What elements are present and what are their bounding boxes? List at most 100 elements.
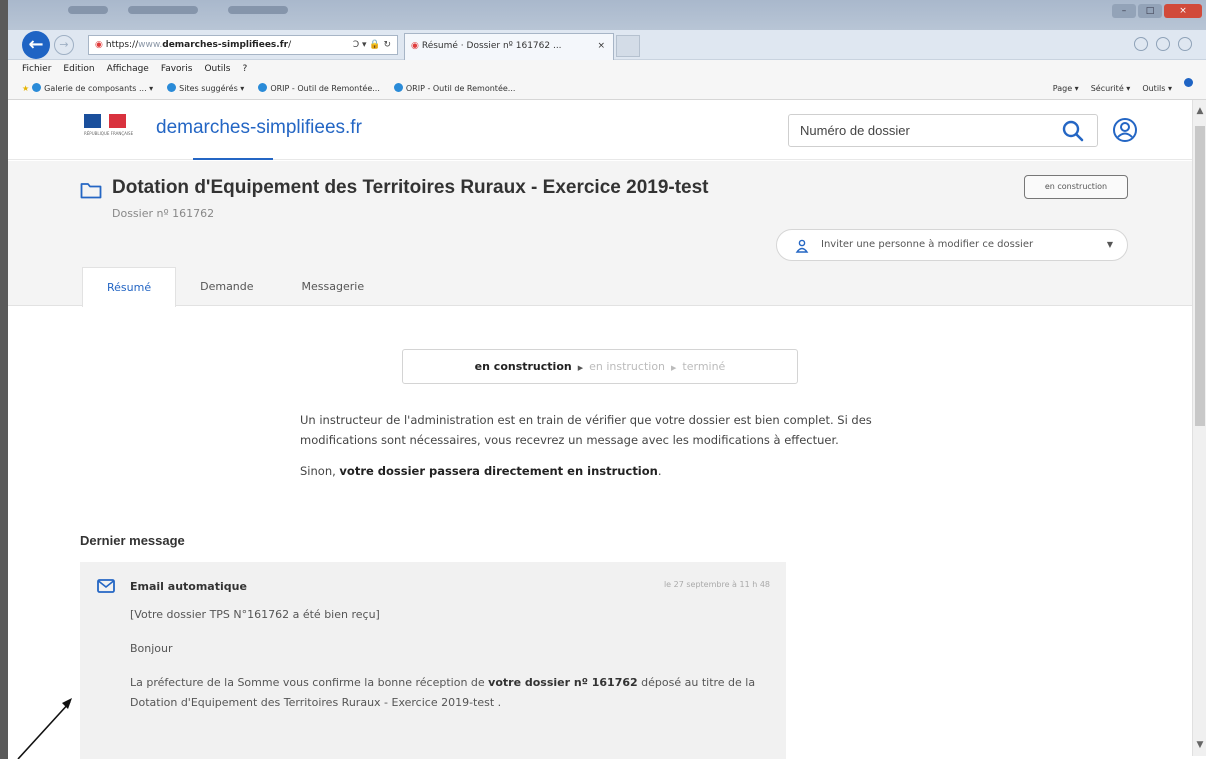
tab-title: Résumé · Dossier nº 161762 ... (421, 41, 562, 51)
address-path: / (288, 40, 292, 50)
favorite-label: ORIP - Outil de Remontée... (270, 84, 380, 93)
search-icon[interactable] (1061, 119, 1085, 143)
text-prefix: Sinon, (300, 464, 340, 478)
text-bold: votre dossier nº 161762 (488, 676, 638, 689)
close-window-button[interactable]: × (1164, 4, 1202, 18)
blurred-title (128, 6, 198, 14)
scroll-up-icon[interactable]: ▲ (1193, 106, 1206, 116)
back-button[interactable]: ← (22, 31, 50, 59)
text-suffix: . (657, 464, 662, 478)
user-account-icon[interactable] (1112, 117, 1138, 143)
browser-favorites-bar: ★ Galerie de composants ... ▾ Sites suggé… (8, 78, 1206, 100)
favorites-star-icon[interactable] (1156, 37, 1170, 51)
settings-gear-icon[interactable] (1178, 37, 1192, 51)
minimize-button[interactable]: – (1112, 4, 1136, 18)
message-greeting: Bonjour (130, 642, 173, 655)
message-paragraph: La préfecture de la Somme vous confirme … (130, 673, 770, 713)
dossier-header: Dotation d'Equipement des Territoires Ru… (8, 161, 1192, 307)
new-tab-button[interactable] (616, 35, 640, 57)
browser-nav-icons (1134, 37, 1192, 51)
address-tools[interactable]: Ͻ ▾ 🔒 ↻ (353, 36, 391, 54)
address-scheme: https:// (105, 40, 139, 50)
site-header: RÉPUBLIQUE FRANÇAISE demarches-simplifie… (8, 100, 1192, 160)
explanation-paragraph: Un instructeur de l'administration est e… (300, 413, 872, 447)
browser-tab-active[interactable]: ◉ Résumé · Dossier nº 161762 ... × (404, 33, 614, 60)
forward-button[interactable]: → (54, 35, 74, 55)
ie-icon (258, 83, 268, 92)
step-next: en instruction (589, 360, 666, 373)
invite-label: Inviter une personne à modifier ce dossi… (821, 239, 1034, 250)
page-menu[interactable]: Page ▾ (1053, 78, 1079, 100)
menu-affichage[interactable]: Affichage (107, 60, 149, 78)
browser-menubar: Fichier Edition Affichage Favoris Outils… (8, 60, 1206, 78)
maximize-button[interactable]: □ (1138, 4, 1162, 18)
ie-icon (167, 83, 177, 92)
favorite-item[interactable]: ORIP - Outil de Remontée... (393, 78, 516, 100)
folder-icon (80, 183, 102, 199)
blurred-title (228, 6, 288, 14)
scroll-down-icon[interactable]: ▼ (1193, 740, 1206, 750)
command-bar: Page ▾ Sécurité ▾ Outils ▾ (1053, 78, 1196, 100)
tab-messagerie[interactable]: Messagerie (278, 267, 389, 307)
menu-edition[interactable]: Edition (63, 60, 94, 78)
logo-caption: RÉPUBLIQUE FRANÇAISE (84, 131, 134, 136)
chevron-down-icon: ▼ (1106, 240, 1113, 249)
menu-favoris[interactable]: Favoris (161, 60, 193, 78)
favorite-label: ORIP - Outil de Remontée... (405, 84, 516, 93)
tab-favicon-icon: ◉ (411, 41, 419, 51)
message-body: [Votre dossier TPS N°161762 a été bien r… (130, 605, 770, 727)
message-subject: [Votre dossier TPS N°161762 a été bien r… (130, 608, 380, 621)
search-box (788, 114, 1098, 147)
marianne-logo[interactable]: RÉPUBLIQUE FRANÇAISE (84, 114, 146, 144)
step-last: terminé (682, 360, 726, 373)
window-controls: – □ × (1112, 4, 1202, 18)
help-icon[interactable] (1184, 78, 1193, 87)
scroll-thumb[interactable] (1195, 126, 1205, 426)
status-explanation: Un instructeur de l'administration est e… (300, 410, 900, 492)
page-scrollbar[interactable]: ▲ ▼ (1192, 100, 1206, 756)
tab-close-icon[interactable]: × (597, 34, 605, 58)
explanation-paragraph-2: Sinon, votre dossier passera directement… (300, 461, 900, 481)
address-subdomain: www. (138, 40, 163, 50)
text-prefix: La préfecture de la Somme vous confirme … (130, 676, 489, 689)
address-bar[interactable]: ◉ https://www.demarches-simplifiees.fr/ Ͻ… (88, 35, 398, 55)
message-date: le 27 septembre à 11 h 48 (663, 580, 770, 589)
window-left-edge (0, 0, 8, 759)
status-badge: en construction (1024, 175, 1128, 199)
annotation-arrow-icon (17, 698, 72, 759)
section-title: Dernier message (80, 533, 185, 548)
mail-icon (97, 579, 115, 593)
active-underline (193, 158, 273, 160)
address-domain: demarches-simplifiees.fr (162, 40, 289, 50)
tab-resume[interactable]: Résumé (82, 267, 177, 307)
favorite-item[interactable]: Sites suggérés ▾ (167, 78, 244, 100)
home-icon[interactable] (1134, 37, 1148, 51)
dossier-tabs: Résumé Demande Messagerie (82, 267, 388, 307)
site-name-link[interactable]: demarches-simplifiees.fr (156, 117, 362, 139)
ie-favicon-icon: ◉ (95, 40, 103, 50)
dossier-title: Dotation d'Equipement des Territoires Ru… (112, 177, 709, 198)
tab-demande[interactable]: Demande (176, 267, 277, 307)
message-card[interactable]: Email automatique le 27 septembre à 11 h… (80, 562, 786, 759)
favorite-item[interactable]: ★ Galerie de composants ... ▾ (22, 78, 153, 100)
menu-fichier[interactable]: Fichier (22, 60, 51, 78)
favorite-label: Sites suggérés ▾ (179, 84, 245, 93)
favorite-item[interactable]: ORIP - Outil de Remontée... (258, 78, 380, 100)
step-arrow-icon: ▶ (671, 364, 677, 372)
text-bold: votre dossier passera directement en ins… (339, 464, 658, 478)
security-menu[interactable]: Sécurité ▾ (1091, 78, 1131, 100)
menu-outils[interactable]: Outils (204, 60, 230, 78)
ie-icon (32, 83, 42, 92)
blurred-title (68, 6, 108, 14)
window-titlebar: – □ × (8, 0, 1206, 32)
add-person-icon (795, 239, 809, 253)
step-current: en construction (474, 360, 572, 373)
tools-menu[interactable]: Outils ▾ (1142, 78, 1172, 100)
ie-icon (393, 83, 403, 92)
search-input[interactable] (790, 116, 1040, 145)
status-progress: en construction ▶ en instruction ▶ terminé (402, 349, 798, 384)
menu-help[interactable]: ? (242, 60, 247, 78)
french-flag-icon (84, 114, 146, 128)
invite-person-button[interactable]: Inviter une personne à modifier ce dossi… (776, 229, 1128, 261)
favorites-links: ★ Galerie de composants ... ▾ Sites suggé… (22, 78, 515, 100)
